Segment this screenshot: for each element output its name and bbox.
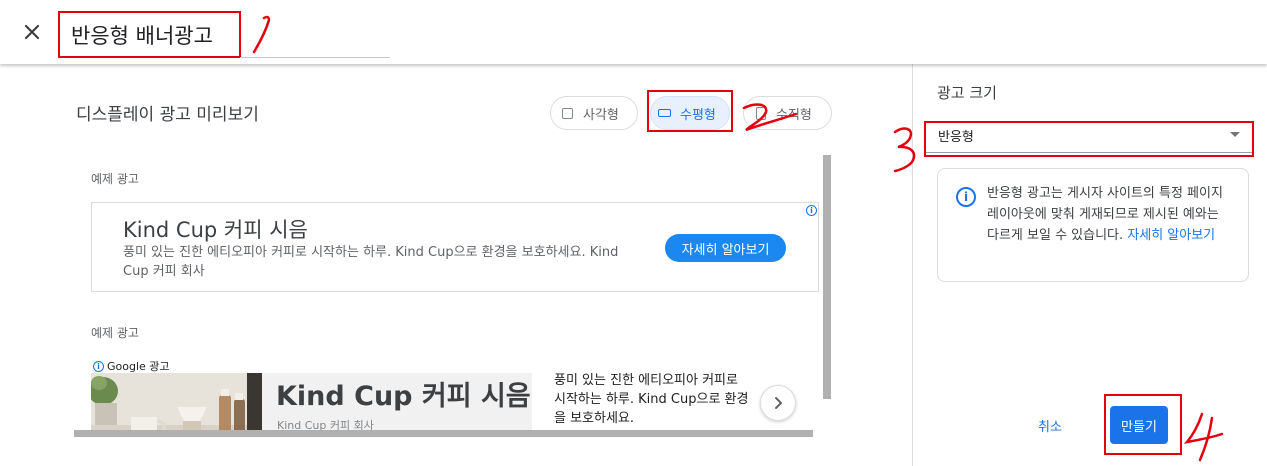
ad-size-label: 광고 크기 <box>937 84 997 102</box>
horizontal-scrollbar[interactable] <box>74 430 813 437</box>
shape-option-vertical[interactable]: 수직형 <box>743 96 832 130</box>
google-ad-badge-label: Google 광고 <box>107 360 170 373</box>
close-icon <box>24 24 40 40</box>
vertical-scrollbar[interactable] <box>823 155 831 399</box>
sample-ad-image: i Google 광고 Kind Cup 커피 시음 Kind Cup 커피 회… <box>91 356 819 437</box>
sample-ad-label: 예제 광고 <box>91 326 139 340</box>
dropdown-arrow-icon <box>1230 132 1240 137</box>
ad-size-value: 반응형 <box>938 130 974 145</box>
shape-option-label: 사각형 <box>583 107 619 123</box>
ad-choices-icon[interactable]: i <box>93 360 104 372</box>
sample-ad-text: i Kind Cup 커피 시음 풍미 있는 진한 에티오피아 커피로 시작하는… <box>91 202 819 292</box>
info-card: i 반응형 광고는 게시자 사이트의 특정 페이지 레이아웃에 맞춰 게재되므로… <box>937 168 1249 282</box>
info-message: 반응형 광고는 게시자 사이트의 특정 페이지 레이아웃에 맞춰 게재되므로 제… <box>987 183 1232 246</box>
name-field-underline <box>240 57 390 58</box>
shape-option-label: 수평형 <box>680 107 716 123</box>
ad-size-select[interactable]: 반응형 <box>924 121 1254 157</box>
chevron-right-icon <box>775 397 782 409</box>
ad-headline: Kind Cup 커피 시음 <box>123 218 308 242</box>
cancel-button[interactable]: 취소 <box>1028 410 1072 440</box>
shape-option-rectangle[interactable]: 사각형 <box>550 96 638 130</box>
info-icon: i <box>956 187 976 207</box>
select-underline <box>926 152 1252 153</box>
ad-headline: Kind Cup 커피 시음 <box>276 381 531 412</box>
ad-description: 풍미 있는 진한 에티오피아 커피로 시작하는 하루. Kind Cup으로 환… <box>123 245 619 279</box>
panel-divider <box>912 64 913 466</box>
ad-next-button[interactable] <box>760 385 796 421</box>
preview-title: 디스플레이 광고 미리보기 <box>76 105 259 125</box>
app-root: 반응형 배너광고 디스플레이 광고 미리보기 사각형 수평형 수직형 예제 광고… <box>0 0 1267 466</box>
shape-option-horizontal[interactable]: 수평형 <box>650 96 730 130</box>
learn-more-link[interactable]: 자세히 알아보기 <box>1127 228 1215 243</box>
rectangle-icon <box>562 107 573 119</box>
preview-scroll-area[interactable]: 예제 광고 i Kind Cup 커피 시음 풍미 있는 진한 에티오피아 커피… <box>74 155 830 437</box>
ad-choices-icon[interactable]: i <box>806 205 817 216</box>
sample-ad-label: 예제 광고 <box>91 172 139 186</box>
annotation-3 <box>893 127 916 173</box>
ad-coffee-image <box>91 373 262 437</box>
horizontal-banner-icon <box>658 109 671 117</box>
create-button[interactable]: 만들기 <box>1110 406 1168 444</box>
vertical-banner-icon <box>756 106 766 120</box>
close-button[interactable] <box>18 18 46 46</box>
annotation-4 <box>1184 412 1224 462</box>
campaign-name-text: 반응형 배너광고 <box>71 23 213 48</box>
shape-option-label: 수직형 <box>776 107 812 123</box>
annotation-1 <box>252 15 271 54</box>
top-bar: 반응형 배너광고 <box>0 0 1267 64</box>
google-ad-badge: i Google 광고 <box>93 358 170 374</box>
ad-cta-button[interactable]: 자세히 알아보기 <box>665 234 786 262</box>
campaign-name-field[interactable]: 반응형 배너광고 <box>58 11 241 58</box>
ad-description: 풍미 있는 진한 에티오피아 커피로 시작하는 하루. Kind Cup으로 환… <box>554 373 749 426</box>
